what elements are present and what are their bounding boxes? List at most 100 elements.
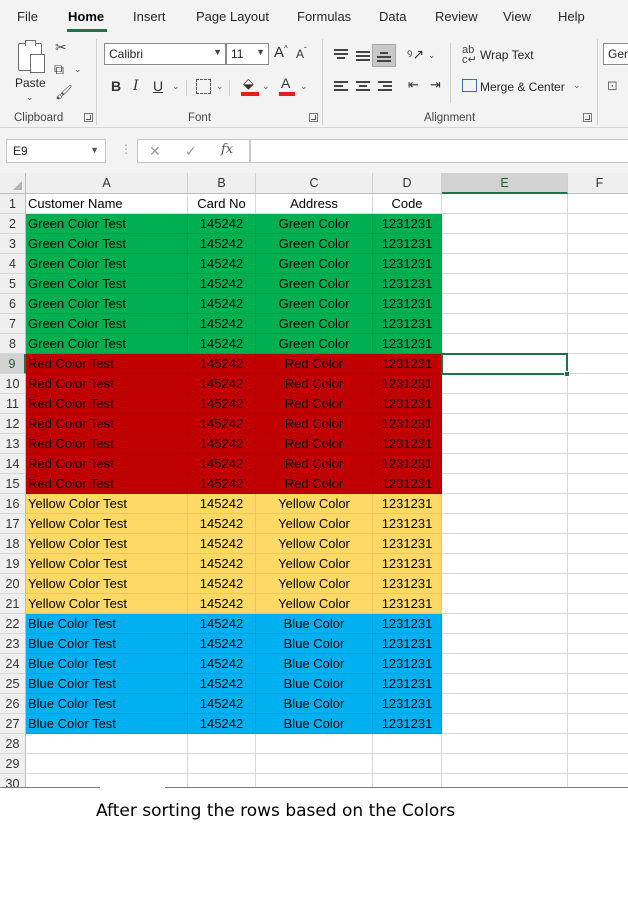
cell[interactable] — [442, 254, 568, 274]
cell[interactable]: Red Color — [256, 414, 373, 434]
cell[interactable]: Green Color Test — [26, 274, 188, 294]
cell[interactable]: Yellow Color Test — [26, 514, 188, 534]
cell[interactable]: Red Color Test — [26, 354, 188, 374]
cell[interactable]: Green Color — [256, 254, 373, 274]
insert-function-icon[interactable]: fx — [221, 142, 233, 157]
increase-indent-icon[interactable]: ⇥ — [430, 77, 441, 93]
cell[interactable]: 1231231 — [373, 394, 442, 414]
tab-review[interactable]: Review — [435, 9, 478, 24]
cell[interactable] — [568, 554, 628, 574]
column-header-f[interactable]: F — [568, 173, 628, 194]
cell[interactable] — [26, 754, 188, 774]
cell[interactable]: 1231231 — [373, 514, 442, 534]
cell[interactable] — [442, 734, 568, 754]
cell[interactable]: 145242 — [188, 234, 256, 254]
format-painter-icon[interactable]: 🖌 — [55, 85, 73, 99]
cell[interactable] — [26, 734, 188, 754]
cell[interactable] — [256, 734, 373, 754]
cell[interactable]: Blue Color — [256, 714, 373, 734]
cell[interactable] — [442, 214, 568, 234]
cell[interactable]: Red Color — [256, 474, 373, 494]
cell[interactable] — [568, 694, 628, 714]
chevron-down-icon[interactable]: ⌄ — [74, 64, 82, 75]
cell[interactable] — [442, 514, 568, 534]
cell[interactable]: 1231231 — [373, 554, 442, 574]
tab-file[interactable]: File — [17, 9, 38, 24]
cell[interactable]: 145242 — [188, 594, 256, 614]
cell[interactable]: Green Color Test — [26, 254, 188, 274]
header-cell[interactable]: Code — [373, 194, 442, 214]
cell[interactable]: Yellow Color — [256, 494, 373, 514]
cell[interactable] — [442, 274, 568, 294]
cell[interactable]: 145242 — [188, 294, 256, 314]
enter-check-icon[interactable]: ✓ — [185, 143, 197, 160]
tab-insert[interactable]: Insert — [133, 9, 166, 24]
cell[interactable]: 145242 — [188, 574, 256, 594]
cell[interactable]: Green Color Test — [26, 314, 188, 334]
cell[interactable] — [442, 354, 568, 374]
cell[interactable]: 1231231 — [373, 414, 442, 434]
cell[interactable]: Yellow Color — [256, 594, 373, 614]
cell[interactable] — [568, 774, 628, 788]
row-header[interactable]: 1 — [0, 194, 26, 214]
cell[interactable] — [568, 254, 628, 274]
cell[interactable] — [442, 594, 568, 614]
cell[interactable]: Red Color Test — [26, 394, 188, 414]
cell[interactable]: Green Color Test — [26, 334, 188, 354]
cell[interactable] — [568, 674, 628, 694]
cell[interactable] — [442, 714, 568, 734]
cell[interactable] — [568, 314, 628, 334]
underline-button[interactable]: U — [153, 78, 163, 94]
cell[interactable] — [568, 274, 628, 294]
row-header[interactable]: 21 — [0, 594, 26, 614]
cut-icon[interactable]: ✂ — [55, 40, 67, 54]
cell[interactable] — [256, 754, 373, 774]
row-header[interactable]: 22 — [0, 614, 26, 634]
merge-center-button[interactable]: Merge & Center ⌄ — [460, 77, 585, 97]
cell[interactable]: 145242 — [188, 614, 256, 634]
cell[interactable]: Blue Color — [256, 694, 373, 714]
wrap-text-button[interactable]: ab c↵ Wrap Text — [460, 45, 538, 66]
tab-page-layout[interactable]: Page Layout — [196, 9, 269, 24]
cell[interactable]: 145242 — [188, 414, 256, 434]
cell[interactable] — [568, 754, 628, 774]
column-header-e[interactable]: E — [442, 173, 568, 194]
cell[interactable]: 1231231 — [373, 634, 442, 654]
cell[interactable] — [442, 394, 568, 414]
name-box[interactable]: E9 ▼ — [6, 139, 106, 163]
cell[interactable] — [188, 774, 256, 788]
cell[interactable] — [568, 514, 628, 534]
column-header-c[interactable]: C — [256, 173, 373, 194]
cell[interactable]: 1231231 — [373, 354, 442, 374]
row-header[interactable]: 20 — [0, 574, 26, 594]
cell[interactable]: 145242 — [188, 534, 256, 554]
row-header[interactable]: 26 — [0, 694, 26, 714]
row-header[interactable]: 17 — [0, 514, 26, 534]
cell[interactable]: 145242 — [188, 434, 256, 454]
cell[interactable]: Green Color — [256, 334, 373, 354]
cell[interactable] — [188, 734, 256, 754]
cell[interactable]: Green Color — [256, 314, 373, 334]
cell[interactable] — [568, 394, 628, 414]
cell[interactable] — [442, 674, 568, 694]
row-header[interactable]: 25 — [0, 674, 26, 694]
row-header[interactable]: 9 — [0, 354, 26, 374]
align-bottom-icon[interactable] — [377, 52, 391, 64]
row-header[interactable]: 8 — [0, 334, 26, 354]
cell[interactable]: 1231231 — [373, 654, 442, 674]
cell[interactable]: 1231231 — [373, 574, 442, 594]
font-name-dropdown[interactable]: Calibri ▼ — [104, 43, 226, 65]
chevron-down-icon[interactable]: ⌄ — [300, 81, 308, 92]
font-color-icon[interactable]: A — [281, 75, 290, 91]
cell[interactable] — [568, 594, 628, 614]
cell[interactable] — [568, 534, 628, 554]
cell[interactable] — [373, 774, 442, 788]
cell[interactable]: Blue Color — [256, 654, 373, 674]
cell[interactable] — [568, 714, 628, 734]
cell[interactable] — [442, 774, 568, 788]
cell[interactable]: 145242 — [188, 674, 256, 694]
row-header[interactable]: 10 — [0, 374, 26, 394]
cell[interactable]: 1231231 — [373, 674, 442, 694]
cell[interactable]: Green Color — [256, 294, 373, 314]
cell[interactable]: Yellow Color — [256, 574, 373, 594]
